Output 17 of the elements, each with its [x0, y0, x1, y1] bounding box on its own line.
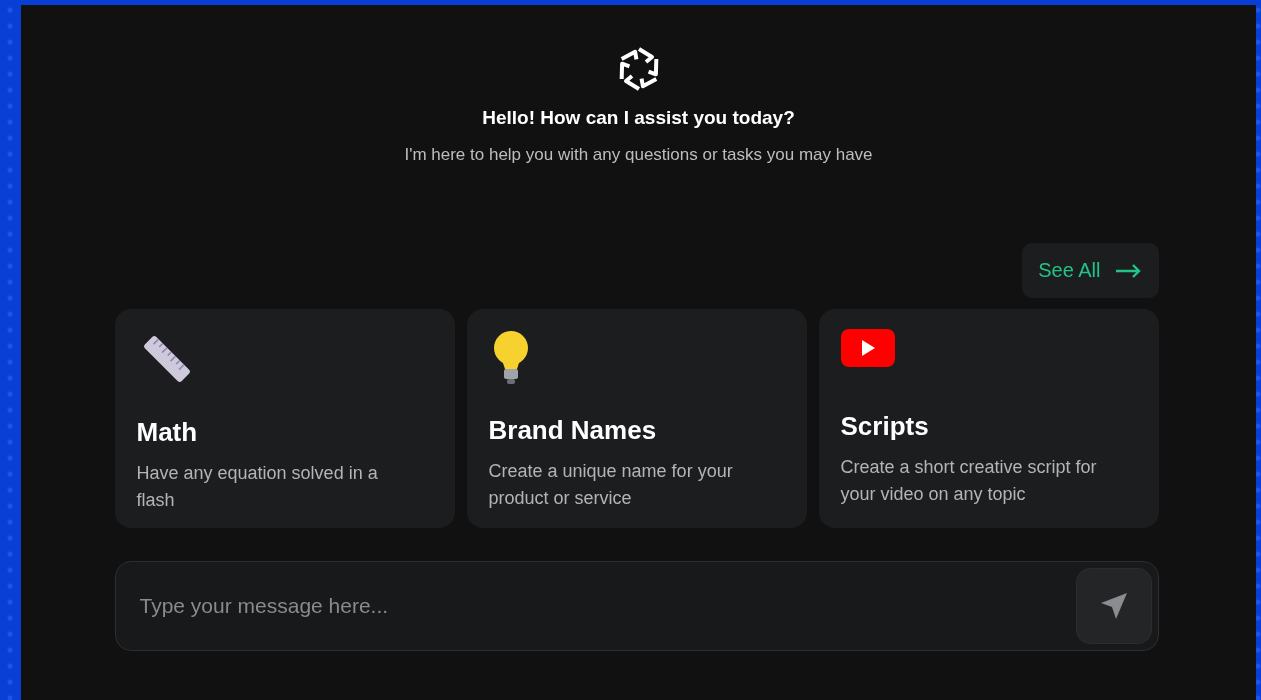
greeting-subtitle: I'm here to help you with any questions or tasks you may have — [404, 145, 873, 165]
prompt-card[interactable]: Scripts Create a short creative script for your video on any topic — [818, 309, 1159, 528]
prompt-card[interactable]: Math Have any equation solved in a flash — [114, 309, 455, 528]
send-button[interactable] — [1075, 568, 1152, 644]
message-composer[interactable]: Type your message here... — [114, 561, 1159, 651]
card-title: Scripts — [840, 411, 930, 442]
arrow-right-icon — [1114, 263, 1141, 278]
see-all-button[interactable]: See All — [1022, 243, 1159, 298]
message-field[interactable]: Type your message here... — [137, 593, 1076, 619]
card-description: Have any equation solved in a flash — [136, 462, 379, 512]
prompt-card[interactable]: Brand Names Create a unique name for your product or service — [466, 309, 807, 528]
video-play-icon — [840, 329, 895, 367]
card-description: Create a short creative script for your video on any topic — [840, 456, 1098, 506]
card-title: Brand Names — [488, 415, 658, 446]
card-description: Create a unique name for your product or service — [488, 460, 734, 510]
greeting-title: Hello! How can I assist you today? — [482, 107, 795, 129]
card-title: Math — [136, 417, 199, 448]
